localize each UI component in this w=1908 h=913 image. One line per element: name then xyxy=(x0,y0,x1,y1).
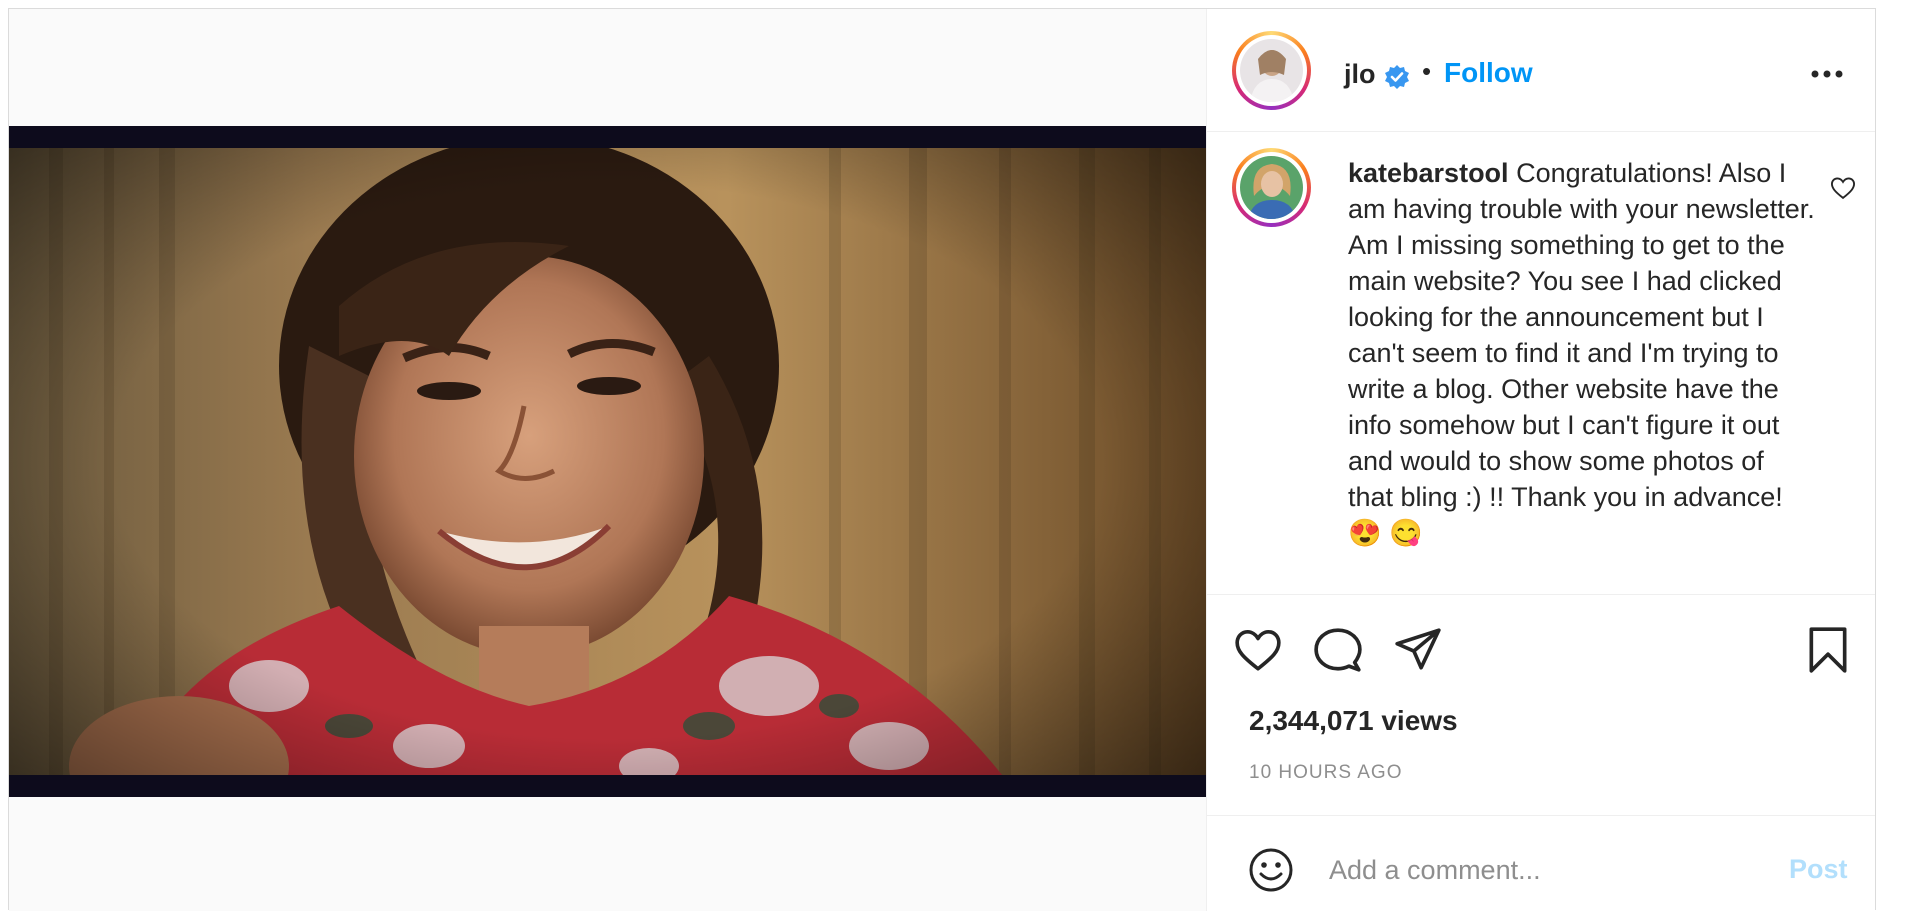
emoji-smile-icon[interactable] xyxy=(1247,846,1295,894)
post-header: jlo • Follow xyxy=(1207,9,1875,132)
author-username[interactable]: jlo xyxy=(1344,59,1376,90)
heart-outline-icon[interactable] xyxy=(1829,174,1857,202)
post-media-area xyxy=(9,9,1207,911)
commenter-avatar-image xyxy=(1240,156,1303,219)
more-options-icon[interactable] xyxy=(1807,64,1847,84)
commenter-avatar[interactable] xyxy=(1232,148,1311,227)
comment-username[interactable]: katebarstool xyxy=(1348,158,1509,188)
verified-badge-icon xyxy=(1385,65,1409,89)
bookmark-icon[interactable] xyxy=(1803,625,1853,675)
comment-input[interactable] xyxy=(1327,844,1771,896)
instagram-post: jlo • Follow katebarstool Congratulation… xyxy=(8,8,1876,911)
post-actions: 2,344,071 views 10 HOURS AGO Post xyxy=(1207,594,1875,912)
add-comment-bar: Post xyxy=(1207,815,1875,913)
comment-text: Congratulations! Also I am having troubl… xyxy=(1348,158,1815,548)
comments-list: katebarstool Congratulations! Also I am … xyxy=(1207,132,1875,594)
follow-button[interactable]: Follow xyxy=(1444,57,1533,89)
header-separator: • xyxy=(1422,56,1432,86)
video-frame-illustration xyxy=(9,126,1206,797)
view-count[interactable]: 2,344,071 views xyxy=(1249,705,1458,737)
heart-icon[interactable] xyxy=(1233,625,1283,675)
post-timestamp[interactable]: 10 HOURS AGO xyxy=(1249,762,1403,784)
author-avatar[interactable] xyxy=(1232,31,1311,110)
post-comment-button[interactable]: Post xyxy=(1789,854,1848,885)
author-avatar-image xyxy=(1240,39,1303,102)
post-details-panel: jlo • Follow katebarstool Congratulation… xyxy=(1207,9,1875,911)
paper-plane-icon[interactable] xyxy=(1393,625,1443,675)
comment-bubble-icon[interactable] xyxy=(1313,625,1363,675)
comment-body: katebarstool Congratulations! Also I am … xyxy=(1348,155,1816,551)
post-video[interactable] xyxy=(9,126,1206,797)
